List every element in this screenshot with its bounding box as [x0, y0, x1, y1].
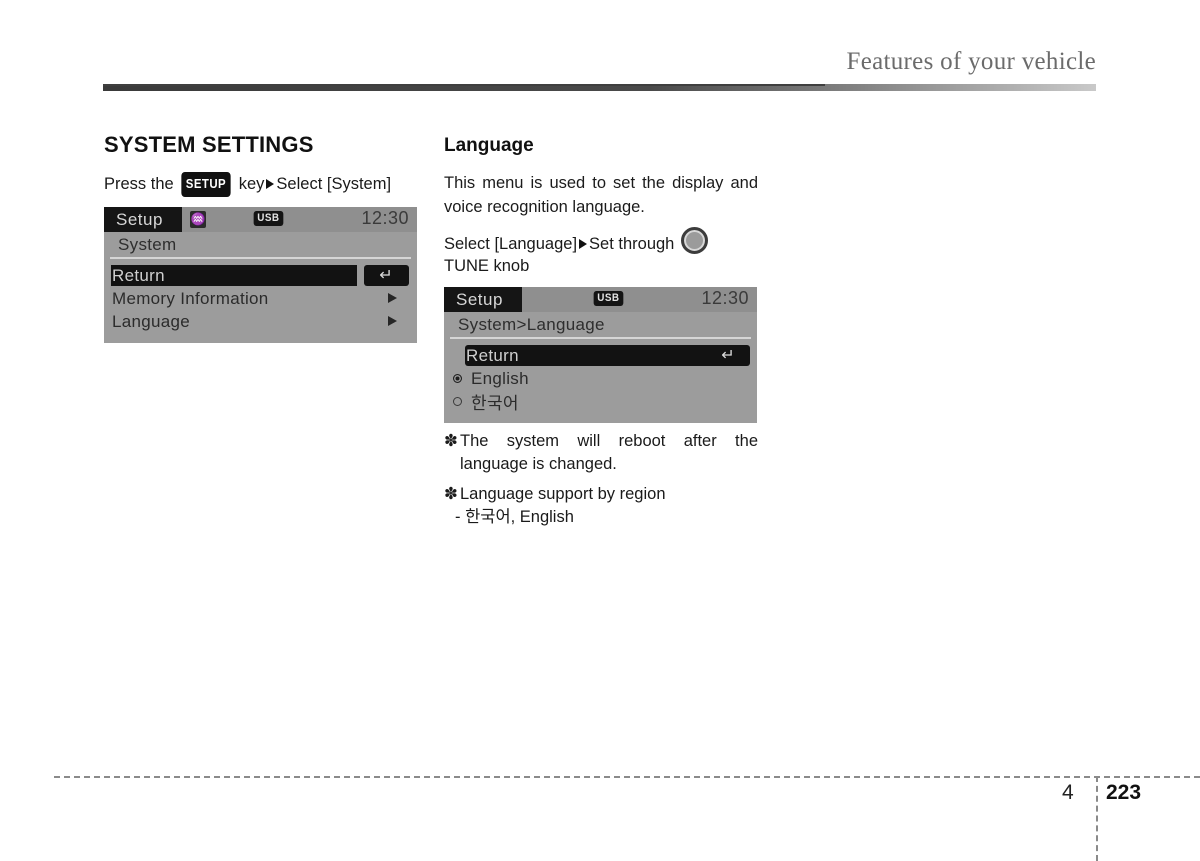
setup-key-badge: SETUP: [181, 172, 231, 197]
lcd-topbar: Setup ♒ USB 12:30: [104, 207, 417, 232]
lcd-tab-label: Setup: [104, 207, 182, 232]
lcd-breadcrumb: System>Language: [450, 312, 751, 339]
note-text: The system will reboot after the languag…: [460, 432, 758, 473]
triangle-right-icon: [388, 316, 397, 326]
lcd-row-label: Return: [112, 265, 165, 285]
description-paragraph: This menu is used to set the display and…: [444, 174, 758, 216]
page-title: Features of your vehicle: [846, 48, 1096, 75]
lcd-screen-system: Setup ♒ USB 12:30 System Return ↵ Memory…: [104, 207, 417, 343]
footer-page-number: 223: [1106, 781, 1142, 804]
footer-divider-vertical: [1096, 776, 1098, 861]
instruction-suffix: Select [System]: [276, 175, 392, 193]
radio-button-selected[interactable]: [453, 374, 462, 383]
note-text: Language support by region: [460, 485, 666, 503]
note-sub-languages: - 한국어, English: [455, 508, 574, 526]
lcd-menu-list: Return ↵ Memory Information Language: [104, 259, 417, 333]
instruction-prefix: Select [Language]: [444, 235, 578, 253]
page-header: Features of your vehicle: [0, 48, 1200, 92]
lcd-breadcrumb: System: [110, 232, 411, 259]
radio-button[interactable]: [453, 397, 462, 406]
lcd-clock: 12:30: [701, 288, 749, 308]
lcd-row-label: Language: [112, 311, 191, 331]
lcd-row-language[interactable]: Language: [104, 310, 417, 333]
section-title: SYSTEM SETTINGS: [104, 132, 314, 157]
asterisk-icon: ✽: [444, 432, 458, 450]
lcd-screen-language: Setup USB 12:30 System>Language Return ↵…: [444, 287, 757, 423]
lcd-row-label: English: [471, 368, 529, 388]
lcd-row-label: 한국어: [471, 394, 519, 413]
triangle-right-icon: [579, 239, 588, 249]
asterisk-icon: ✽: [444, 485, 458, 503]
lcd-tab-label: Setup: [444, 287, 522, 312]
header-rule-dark: [103, 84, 825, 86]
setup-instruction-line: Press the SETUP key Select [System]: [104, 172, 418, 197]
lcd-row-return[interactable]: Return ↵: [104, 264, 417, 287]
tune-knob-icon: [680, 227, 708, 254]
lcd-menu-list: Return ↵ English 한국어: [444, 339, 757, 413]
lcd-row-label: Memory Information: [112, 288, 269, 308]
lcd-topbar: Setup USB 12:30: [444, 287, 757, 312]
note-reboot: ✽ The system will reboot after the langu…: [444, 430, 758, 476]
instruction-middle: Set through: [589, 235, 675, 253]
left-column: SYSTEM SETTINGS Press the SETUP key Selec…: [104, 132, 418, 343]
lcd-row-english[interactable]: English: [444, 367, 757, 390]
right-column: Language This menu is used to set the di…: [444, 132, 758, 529]
instruction-prefix: Press the: [104, 175, 174, 193]
lcd-row-memory-information[interactable]: Memory Information: [104, 287, 417, 310]
usb-badge: USB: [253, 211, 284, 226]
triangle-right-icon: [388, 293, 397, 303]
return-arrow-icon: ↵: [721, 347, 735, 364]
return-arrow-icon: ↵: [379, 267, 393, 284]
note-region-support: ✽ Language support by region: [444, 483, 758, 506]
subsection-title: Language: [444, 135, 534, 156]
instruction-middle: key: [238, 175, 265, 193]
bluetooth-icon: ♒: [190, 211, 206, 228]
language-instruction-line: Select [Language] Set through TUNE knob: [444, 227, 758, 277]
footer-chapter-number: 4: [1062, 781, 1074, 804]
triangle-right-icon: [266, 179, 275, 189]
usb-badge: USB: [593, 291, 624, 306]
lcd-row-label: Return: [466, 345, 519, 365]
footer-divider-horizontal: [54, 776, 1200, 778]
lcd-row-return[interactable]: Return ↵: [444, 344, 757, 367]
lcd-clock: 12:30: [361, 208, 409, 228]
instruction-suffix: TUNE knob: [444, 257, 530, 275]
lcd-row-korean[interactable]: 한국어: [444, 390, 757, 413]
